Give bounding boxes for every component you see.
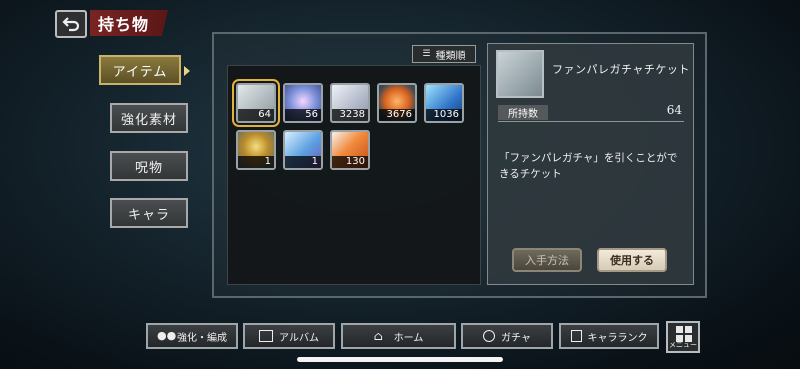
item-count: 64 (238, 109, 274, 121)
gacha-icon (483, 330, 496, 342)
sort-label: 種類順 (435, 50, 466, 62)
back-button[interactable] (55, 10, 87, 38)
item-count: 3238 (332, 109, 368, 121)
item-count: 130 (332, 156, 368, 168)
menu-label: メニュー (669, 341, 697, 349)
tab-items[interactable]: アイテム (99, 55, 181, 85)
item-count: 1 (285, 156, 321, 168)
item-count: 56 (285, 109, 321, 121)
album-icon (259, 330, 274, 342)
rank-icon (570, 330, 582, 342)
nav-label: 強化・編成 (177, 332, 227, 344)
quantity-value: 64 (666, 103, 682, 117)
acquisition-method-button[interactable]: 入手方法 (512, 248, 582, 272)
quantity-label: 所持数 (498, 105, 548, 120)
item-slot-7[interactable]: 1 (283, 130, 323, 170)
item-slot-6[interactable]: 1 (236, 130, 276, 170)
item-slot-3[interactable]: 3238 (330, 83, 370, 123)
item-count: 1036 (426, 109, 462, 121)
tab-characters[interactable]: キャラ (110, 198, 188, 228)
nav-label: ホーム (393, 332, 424, 344)
nav-label: アルバム (279, 332, 319, 344)
home-icon: ⌂ (373, 329, 383, 343)
sort-button[interactable]: ☰ 種類順 (412, 45, 476, 63)
divider (498, 121, 684, 122)
selected-item-ticket-icon (496, 50, 544, 98)
use-button[interactable]: 使用する (597, 248, 667, 272)
nav-gacha[interactable]: ガチャ (461, 323, 553, 349)
item-slot-4[interactable]: 3676 (377, 83, 417, 123)
nav-enhance-formation[interactable]: ●● 強化・編成 (146, 323, 238, 349)
home-indicator-bar[interactable] (297, 357, 503, 362)
tab-cursed-objects[interactable]: 呪物 (110, 151, 188, 181)
item-description: 「ファンパレガチャ」を引くことができるチケット (499, 152, 678, 180)
item-slot-8[interactable]: 130 (330, 130, 370, 170)
back-arrow-icon (62, 17, 80, 32)
nav-character-rank[interactable]: キャラランク (559, 323, 659, 349)
item-slot-2[interactable]: 56 (283, 83, 323, 123)
selected-item-name: ファンパレガチャチケット (552, 63, 690, 76)
nav-album[interactable]: アルバム (243, 323, 335, 349)
item-count: 1 (238, 156, 274, 168)
party-icon: ●● (157, 329, 177, 342)
sort-icon: ☰ (422, 49, 431, 59)
active-tab-arrow-icon (184, 66, 190, 76)
page-title: 持ち物 (90, 10, 168, 36)
menu-button[interactable]: メニュー (666, 321, 700, 353)
tab-enhance-materials[interactable]: 強化素材 (110, 103, 188, 133)
item-count: 3676 (379, 109, 415, 121)
item-slot-5[interactable]: 1036 (424, 83, 464, 123)
nav-home[interactable]: ⌂ ホーム (341, 323, 456, 349)
nav-label: ガチャ (501, 332, 531, 344)
item-slot-1[interactable]: 64 (232, 79, 280, 127)
nav-label: キャラランク (587, 332, 648, 344)
